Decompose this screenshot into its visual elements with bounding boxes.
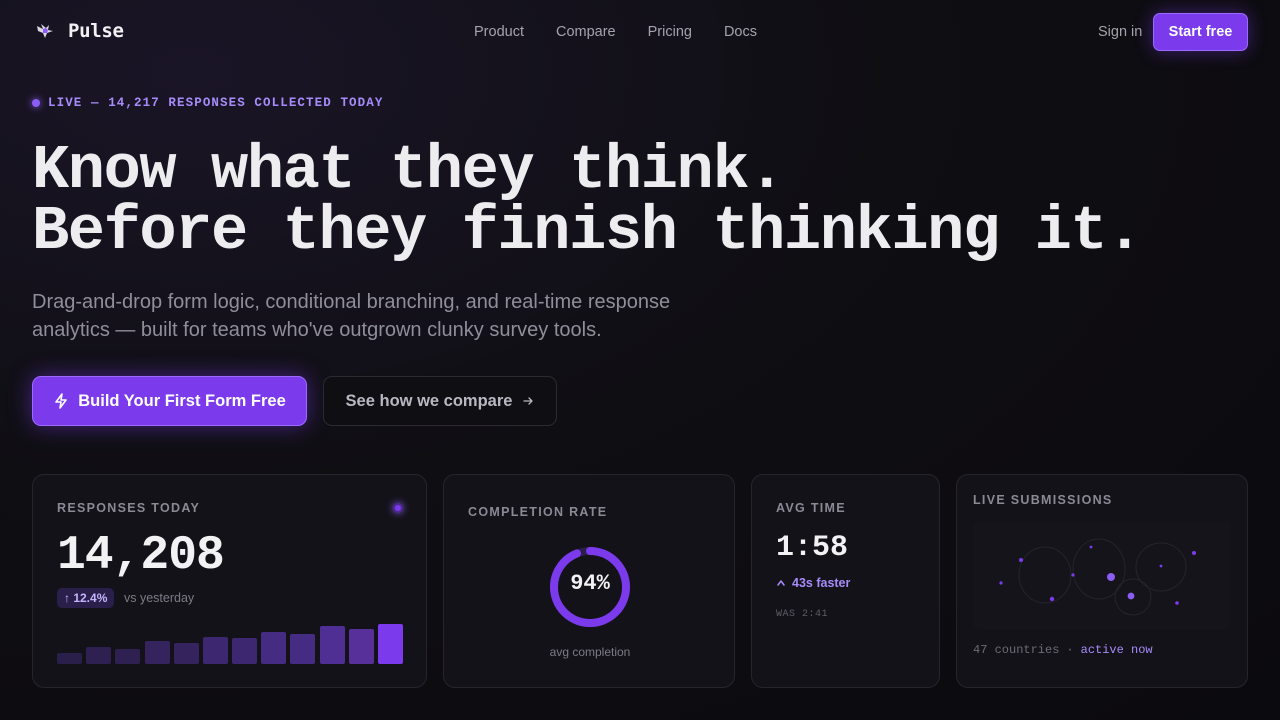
arrow-right-icon xyxy=(523,397,534,405)
submission-dot xyxy=(1192,551,1196,555)
responses-bar xyxy=(319,626,345,664)
responses-today-card: RESPONSES TODAY 14,208 ↑ 12.4% vs yester… xyxy=(32,474,427,688)
nav-links: Product Compare Pricing Docs xyxy=(474,24,757,40)
responses-bar xyxy=(173,643,199,664)
avg-time-previous: WAS 2:41 xyxy=(776,609,829,620)
submission-dot xyxy=(1019,558,1023,562)
submission-dot xyxy=(1049,596,1055,602)
lightning-icon xyxy=(55,393,68,409)
submission-dot xyxy=(999,581,1003,585)
bird-logo-icon xyxy=(37,24,53,38)
build-form-button[interactable]: Build Your First Form Free xyxy=(32,376,307,426)
change-context: vs yesterday xyxy=(124,591,195,605)
separator: · xyxy=(1066,643,1074,657)
responses-bar xyxy=(377,624,403,664)
completion-rate-value: 94% xyxy=(570,571,610,596)
responses-bar xyxy=(115,649,141,664)
active-status: active now xyxy=(1080,643,1153,657)
submission-dot xyxy=(1127,592,1135,600)
live-submissions-footer: 47 countries · active now xyxy=(973,643,1153,657)
live-dot-icon xyxy=(32,99,40,107)
completion-rate-label: COMPLETION RATE xyxy=(468,505,608,519)
completion-caption: avg completion xyxy=(549,645,631,659)
completion-rate-card: COMPLETION RATE 94% avg completion xyxy=(443,474,735,688)
responses-bar xyxy=(144,641,170,664)
chevron-up-icon xyxy=(777,580,785,586)
responses-today-label: RESPONSES TODAY xyxy=(57,501,201,515)
avg-time-delta-text: 43s faster xyxy=(792,576,851,590)
live-badge: LIVE — 14,217 RESPONSES COLLECTED TODAY xyxy=(32,96,383,110)
responses-today-value: 14,208 xyxy=(57,529,225,583)
nav-link-compare[interactable]: Compare xyxy=(556,24,616,40)
avg-time-value: 1:58 xyxy=(776,531,849,565)
brand-name: Pulse xyxy=(68,20,124,42)
submission-dot xyxy=(1175,601,1179,605)
country-count: 47 countries xyxy=(973,643,1060,657)
sign-in-link[interactable]: Sign in xyxy=(1098,24,1142,40)
pulse-dot-icon xyxy=(393,503,403,513)
submission-dot xyxy=(1107,573,1115,581)
avg-time-card: AVG TIME 1:58 43s faster WAS 2:41 xyxy=(751,474,940,688)
submission-dot xyxy=(1159,564,1163,568)
avg-time-label: AVG TIME xyxy=(776,501,846,515)
responses-bar xyxy=(348,629,374,664)
build-form-button-label: Build Your First Form Free xyxy=(78,391,286,410)
nav-link-docs[interactable]: Docs xyxy=(724,24,757,40)
responses-bar xyxy=(57,653,83,664)
live-submissions-label: LIVE SUBMISSIONS xyxy=(973,493,1113,507)
responses-bar xyxy=(261,632,287,664)
nav-link-pricing[interactable]: Pricing xyxy=(648,24,692,40)
responses-bar-chart xyxy=(57,620,403,664)
hero-subheadline: Drag-and-drop form logic, conditional br… xyxy=(32,291,671,341)
headline-line-1: Know what they think. xyxy=(32,135,785,206)
responses-bar xyxy=(202,637,228,664)
start-free-button[interactable]: Start free xyxy=(1153,13,1248,51)
hero-headline: Know what they think. Before they finish… xyxy=(32,135,1143,267)
nav-link-product[interactable]: Product xyxy=(474,24,524,40)
live-badge-text: LIVE — 14,217 RESPONSES COLLECTED TODAY xyxy=(48,96,384,110)
top-nav: Pulse Product Compare Pricing Docs Sign … xyxy=(0,0,1280,64)
world-map xyxy=(973,521,1231,629)
change-badge: ↑ 12.4% xyxy=(57,588,115,608)
compare-button[interactable]: See how we compare xyxy=(323,376,557,426)
responses-bar xyxy=(86,647,112,664)
responses-bar xyxy=(232,638,258,664)
brand[interactable]: Pulse xyxy=(34,20,124,42)
responses-bar xyxy=(290,634,316,664)
live-submissions-card: LIVE SUBMISSIONS 47 countries · active n… xyxy=(956,474,1248,688)
submission-dot xyxy=(1071,573,1075,577)
compare-button-label: See how we compare xyxy=(345,391,513,410)
submission-dot xyxy=(1089,545,1093,549)
avg-time-delta: 43s faster xyxy=(776,576,850,590)
headline-line-2: Before they finish thinking it. xyxy=(32,196,1143,267)
